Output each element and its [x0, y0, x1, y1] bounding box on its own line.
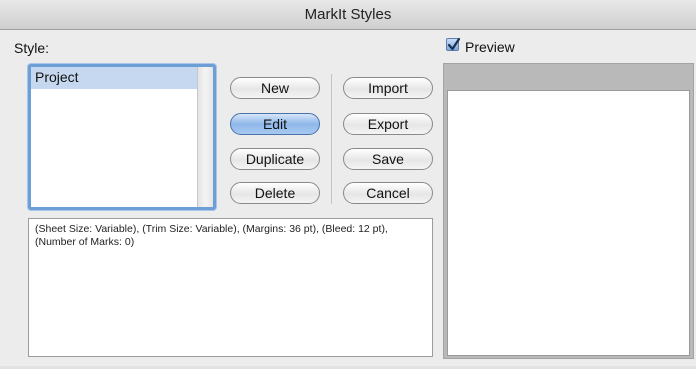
save-button[interactable]: Save	[343, 148, 433, 170]
markit-styles-dialog: MarkIt Styles Style: Project New Edit Du…	[0, 0, 696, 369]
cancel-button[interactable]: Cancel	[343, 182, 433, 204]
style-list[interactable]: Project	[28, 64, 216, 210]
edit-button[interactable]: Edit	[230, 113, 320, 135]
export-button[interactable]: Export	[343, 113, 433, 135]
style-label: Style:	[14, 40, 50, 56]
duplicate-button[interactable]: Duplicate	[230, 148, 320, 170]
button-divider	[331, 74, 332, 204]
checkmark-icon	[447, 37, 461, 51]
preview-label[interactable]: Preview	[465, 39, 515, 55]
window-titlebar: MarkIt Styles	[0, 0, 696, 30]
preview-panel	[443, 63, 694, 359]
style-list-scrollbar[interactable]	[197, 67, 213, 207]
delete-button[interactable]: Delete	[230, 182, 320, 204]
import-button[interactable]: Import	[343, 77, 433, 99]
preview-checkbox[interactable]	[446, 37, 461, 51]
preview-canvas	[447, 90, 690, 356]
style-list-item-project[interactable]: Project	[31, 67, 197, 89]
new-button[interactable]: New	[230, 77, 320, 99]
style-description: (Sheet Size: Variable), (Trim Size: Vari…	[28, 218, 433, 357]
window-title: MarkIt Styles	[304, 6, 392, 23]
